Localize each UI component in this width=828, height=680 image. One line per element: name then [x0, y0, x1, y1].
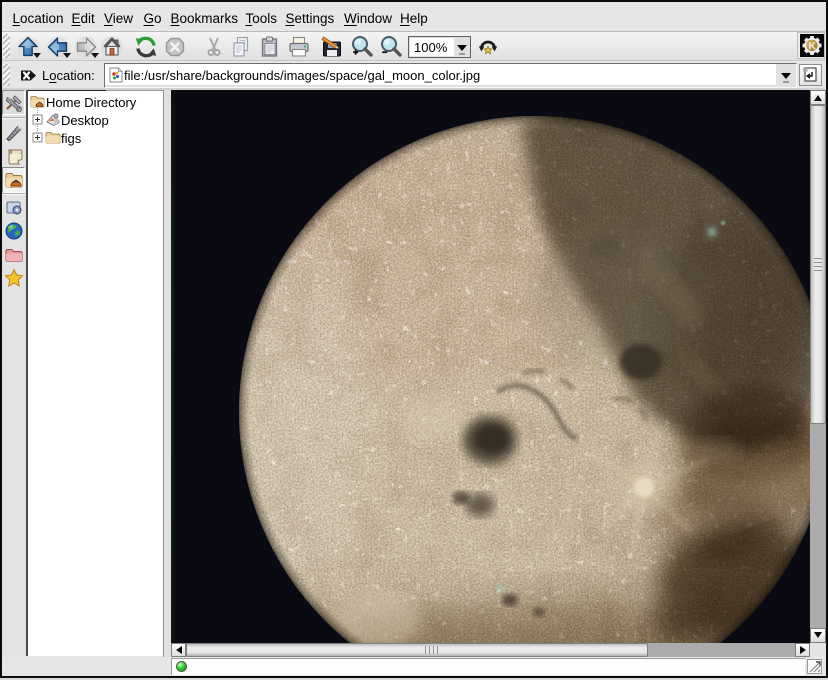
svg-text:K: K: [808, 41, 816, 53]
